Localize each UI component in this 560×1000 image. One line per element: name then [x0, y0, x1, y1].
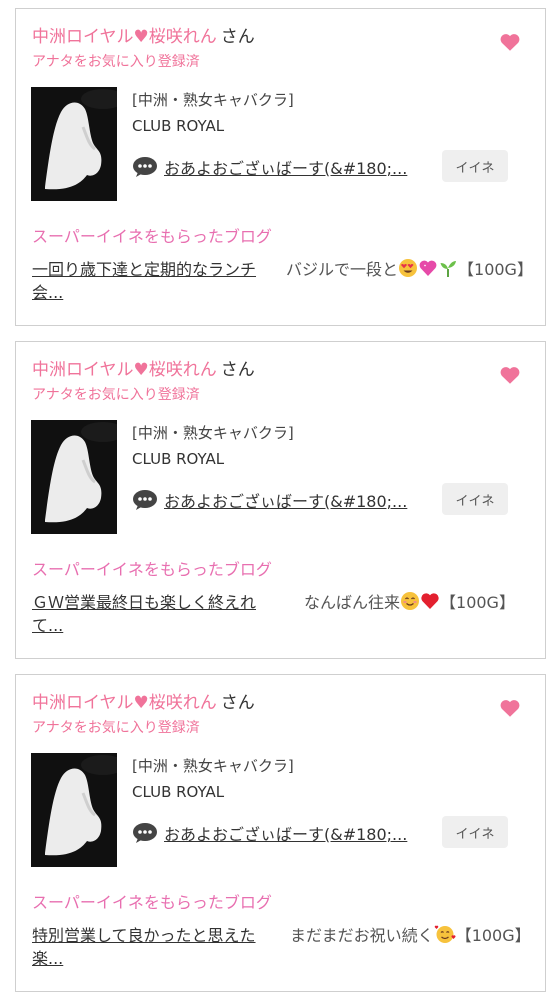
girl-name-link[interactable]: 中洲ロイヤル♥桜咲れん [32, 22, 217, 47]
favorite-card: 中洲ロイヤル♥桜咲れん さん アナタをお気に入り登録済 [中洲・熟女キャバクラ]… [15, 341, 546, 659]
emoji-group [400, 592, 440, 612]
speech-bubble-icon [133, 157, 157, 177]
blog-excerpt-text: なんばん往来 [304, 593, 401, 612]
shop-name: CLUB ROYAL [132, 117, 225, 135]
blog-excerpt-text: まだまだお祝い続く [290, 926, 434, 945]
super-iine-blog-label: スーパーイイネをもらったブログ [32, 893, 272, 912]
shop-name: CLUB ROYAL [132, 450, 225, 468]
profile-photo[interactable] [31, 753, 117, 867]
girl-name-row: 中洲ロイヤル♥桜咲れん さん [32, 687, 255, 713]
shop-category: [中洲・熟女キャバクラ] [132, 91, 294, 109]
iine-button[interactable]: イイネ [442, 483, 508, 515]
shop-category: [中洲・熟女キャバクラ] [132, 424, 294, 442]
blog-title-link[interactable]: ＧＷ営業最終日も楽しく終えれて... [32, 591, 278, 637]
smiling-face-with-hearts-emoji-icon [434, 925, 456, 943]
favorite-card: 中洲ロイヤル♥桜咲れん さん アナタをお気に入り登録済 [中洲・熟女キャバクラ]… [15, 8, 546, 326]
comment-row: おあよおござぃばーす(&#180;... [132, 821, 407, 845]
girl-name-link[interactable]: 中洲ロイヤル♥桜咲れん [32, 688, 217, 713]
blog-title-link[interactable]: 特別営業して良かったと思えた楽... [32, 924, 278, 970]
honorific-label: さん [220, 692, 255, 713]
profile-photo[interactable] [31, 420, 117, 534]
gift-amount: 【100G】 [440, 593, 515, 612]
emoji-group [398, 259, 458, 279]
favorite-heart-icon[interactable] [499, 697, 521, 719]
blog-excerpt: バジルで一段と 【100G】 [286, 258, 536, 281]
heart-eyes-emoji-icon [399, 259, 418, 277]
favorite-heart-icon[interactable] [499, 364, 521, 386]
super-iine-blog-label: スーパーイイネをもらったブログ [32, 560, 272, 579]
profile-photo[interactable] [31, 87, 117, 201]
comment-link[interactable]: おあよおござぃばーす(&#180;... [164, 155, 407, 179]
comment-row: おあよおござぃばーす(&#180;... [132, 488, 407, 512]
comment-row: おあよおござぃばーす(&#180;... [132, 155, 407, 179]
speech-bubble-icon [133, 490, 157, 510]
honorific-label: さん [220, 359, 255, 380]
gift-amount: 【100G】 [458, 260, 533, 279]
girl-name-row: 中洲ロイヤル♥桜咲れん さん [32, 21, 255, 47]
smiling-face-emoji-icon [401, 592, 420, 610]
girl-name-link[interactable]: 中洲ロイヤル♥桜咲れん [32, 355, 217, 380]
emoji-group [434, 925, 456, 945]
iine-button[interactable]: イイネ [442, 816, 508, 848]
shop-name: CLUB ROYAL [132, 783, 225, 801]
blog-excerpt-text: バジルで一段と [286, 260, 399, 279]
favorite-status-label: アナタをお気に入り登録済 [32, 720, 200, 736]
favorite-heart-icon[interactable] [499, 31, 521, 53]
comment-link[interactable]: おあよおござぃばーす(&#180;... [164, 821, 407, 845]
gift-amount: 【100G】 [455, 926, 531, 945]
favorite-status-label: アナタをお気に入り登録済 [32, 387, 200, 403]
iine-button[interactable]: イイネ [442, 150, 508, 182]
favorite-status-label: アナタをお気に入り登録済 [32, 54, 200, 70]
seedling-emoji-icon [440, 261, 457, 277]
comment-link[interactable]: おあよおござぃばーす(&#180;... [164, 488, 407, 512]
super-iine-blog-label: スーパーイイネをもらったブログ [32, 227, 272, 246]
blog-excerpt: まだまだお祝い続く 【100G】 [290, 924, 536, 947]
blog-excerpt: なんばん往来 【100G】 [304, 591, 536, 614]
sparkling-heart-emoji-icon [419, 260, 437, 276]
speech-bubble-icon [133, 823, 157, 843]
red-heart-emoji-icon [421, 593, 439, 609]
girl-name-row: 中洲ロイヤル♥桜咲れん さん [32, 354, 255, 380]
honorific-label: さん [220, 26, 255, 47]
shop-category: [中洲・熟女キャバクラ] [132, 757, 294, 775]
favorite-card: 中洲ロイヤル♥桜咲れん さん アナタをお気に入り登録済 [中洲・熟女キャバクラ]… [15, 674, 546, 992]
blog-title-link[interactable]: 一回り歳下達と定期的なランチ会... [32, 258, 278, 304]
